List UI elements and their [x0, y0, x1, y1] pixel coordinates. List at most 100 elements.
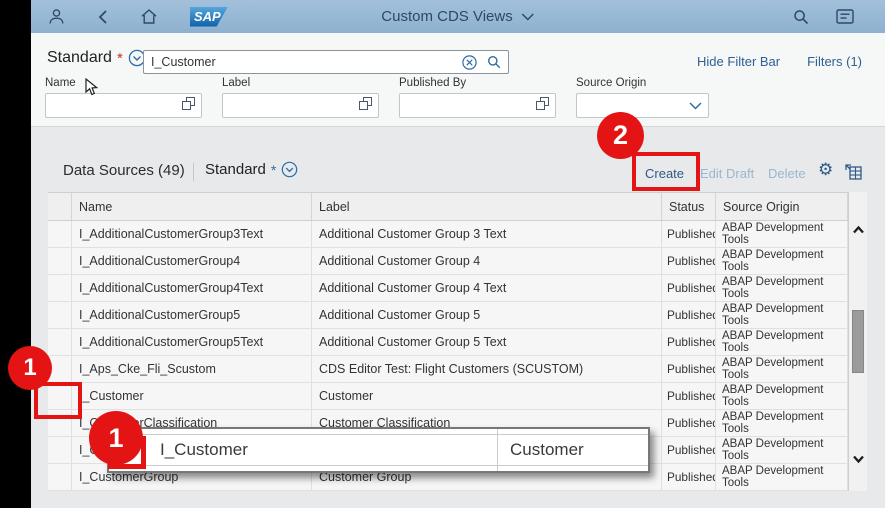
cell-label: CDS Editor Test: Flight Customers (SCUST… [312, 356, 662, 382]
value-help-icon[interactable] [536, 97, 549, 110]
table-row[interactable]: I_AdditionalCustomerGroup5TextAdditional… [48, 329, 848, 356]
table-variant-marker: * [271, 162, 276, 178]
screenshot-left-border [0, 0, 31, 508]
row-select-cell[interactable] [48, 248, 72, 274]
cell-label: Additional Customer Group 4 [312, 248, 662, 274]
copilot-icon[interactable] [836, 9, 854, 24]
select-all-header-cell[interactable] [48, 193, 72, 220]
person-icon[interactable] [48, 8, 65, 25]
table-variant-name: Standard [205, 161, 266, 178]
filter-field-name: Name [45, 77, 202, 118]
cell-source-origin: ABAP Development Tools [716, 410, 848, 436]
settings-gear-icon[interactable]: ⚙ [818, 160, 833, 180]
cell-source-origin: ABAP Development Tools [716, 302, 848, 328]
label-input[interactable] [222, 93, 379, 118]
table-row[interactable]: I_AdditionalCustomerGroup5Additional Cus… [48, 302, 848, 329]
value-help-icon[interactable] [359, 97, 372, 110]
arrow-down-icon[interactable] [852, 453, 865, 465]
search-value: I_Customer [151, 55, 452, 69]
cell-status: Published [662, 302, 716, 328]
table-row[interactable]: I_AdditionalCustomerGroup4TextAdditional… [48, 275, 848, 302]
value-help-icon[interactable] [182, 97, 195, 115]
name-input[interactable] [45, 93, 202, 118]
row-select-cell[interactable] [48, 302, 72, 328]
cell-name: I_AdditionalCustomerGroup4Text [72, 275, 312, 301]
search-icon[interactable] [487, 55, 501, 69]
annotation-checkbox-highlight [34, 382, 82, 419]
row-select-cell[interactable] [48, 275, 72, 301]
inset-row-name: I_Customer [160, 440, 248, 460]
chevron-down-icon[interactable] [689, 102, 702, 110]
vertical-scrollbar[interactable] [848, 192, 867, 491]
home-icon[interactable] [140, 8, 158, 25]
filter-fields: Name Label Published By Source Origin [45, 77, 709, 118]
search-input[interactable]: I_Customer [143, 50, 509, 74]
sap-logo: SAP [190, 7, 228, 27]
table-row[interactable]: I_CustomerCustomerPublishedABAP Developm… [48, 383, 848, 410]
inset-row-label: Customer [510, 440, 584, 460]
app-title-menu[interactable]: Custom CDS Views [381, 0, 534, 33]
value-help-icon[interactable] [536, 97, 549, 115]
cell-name: I_Customer [72, 383, 312, 409]
cell-source-origin: ABAP Development Tools [716, 221, 848, 247]
clear-icon[interactable] [462, 55, 477, 70]
row-select-cell[interactable] [48, 437, 72, 463]
filter-field-label: Published By [399, 77, 556, 89]
variant-dirty-marker: * [117, 50, 123, 67]
shell-right-icons [793, 0, 854, 33]
value-help-icon[interactable] [182, 97, 195, 110]
table-variant-selector[interactable]: Standard * [205, 161, 298, 178]
arrow-up-icon[interactable] [852, 224, 865, 236]
table-row[interactable]: I_AdditionalCustomerGroup3TextAdditional… [48, 221, 848, 248]
cell-source-origin: ABAP Development Tools [716, 383, 848, 409]
cell-status: Published [662, 410, 716, 436]
cell-source-origin: ABAP Development Tools [716, 248, 848, 274]
cell-label: Customer [312, 383, 662, 409]
source-origin-select[interactable] [576, 93, 709, 118]
delete-button[interactable]: Delete [768, 166, 806, 181]
row-select-cell[interactable] [48, 464, 72, 490]
column-header-label[interactable]: Label [312, 193, 662, 220]
scrollbar-thumb[interactable] [852, 310, 864, 373]
inset-cell-divider [497, 429, 498, 471]
filter-field-label: Label [222, 77, 379, 118]
shell-left-icons: SAP [48, 0, 228, 33]
variant-selector[interactable]: Standard * [47, 49, 146, 67]
back-icon[interactable] [97, 9, 108, 25]
inset-bottom-line [109, 465, 648, 466]
chevron-down-circle-icon[interactable] [281, 161, 298, 178]
cell-name: I_AdditionalCustomerGroup3Text [72, 221, 312, 247]
cell-status: Published [662, 221, 716, 247]
cell-name: I_AdditionalCustomerGroup4 [72, 248, 312, 274]
cell-name: I_Aps_Cke_Fli_Scustom [72, 356, 312, 382]
published-by-input[interactable] [399, 93, 556, 118]
cell-status: Published [662, 383, 716, 409]
row-select-cell[interactable] [48, 221, 72, 247]
filters-link[interactable]: Filters (1) [807, 54, 862, 69]
cell-label: Additional Customer Group 4 Text [312, 275, 662, 301]
column-header-source-origin[interactable]: Source Origin [716, 193, 848, 220]
chevron-down-icon [522, 13, 535, 21]
page-title: Custom CDS Views [381, 8, 512, 25]
table-row[interactable]: I_Aps_Cke_Fli_ScustomCDS Editor Test: Fl… [48, 356, 848, 383]
cell-status: Published [662, 437, 716, 463]
table-row[interactable]: I_AdditionalCustomerGroup4Additional Cus… [48, 248, 848, 275]
export-to-spreadsheet-icon[interactable] [845, 164, 862, 180]
cell-status: Published [662, 248, 716, 274]
value-help-icon[interactable] [359, 97, 372, 115]
cell-name: I_AdditionalCustomerGroup5 [72, 302, 312, 328]
app-root: SAP Custom CDS Views Standard * I_ [0, 0, 885, 508]
filter-field-label: Source Origin [576, 77, 709, 89]
magnified-row-callout: I_Customer Customer [107, 427, 650, 473]
annotation-step-1-badge: 1 [89, 411, 143, 465]
filter-field-published-by: Published By [399, 77, 556, 118]
edit-draft-button[interactable]: Edit Draft [700, 166, 754, 181]
hide-filter-bar-link[interactable]: Hide Filter Bar [697, 54, 780, 69]
cell-source-origin: ABAP Development Tools [716, 464, 848, 490]
row-select-cell[interactable] [48, 329, 72, 355]
cell-source-origin: ABAP Development Tools [716, 329, 848, 355]
toolbar-separator [193, 163, 194, 181]
search-icon[interactable] [793, 9, 809, 25]
column-header-name[interactable]: Name [72, 193, 312, 220]
column-header-status[interactable]: Status [662, 193, 716, 220]
